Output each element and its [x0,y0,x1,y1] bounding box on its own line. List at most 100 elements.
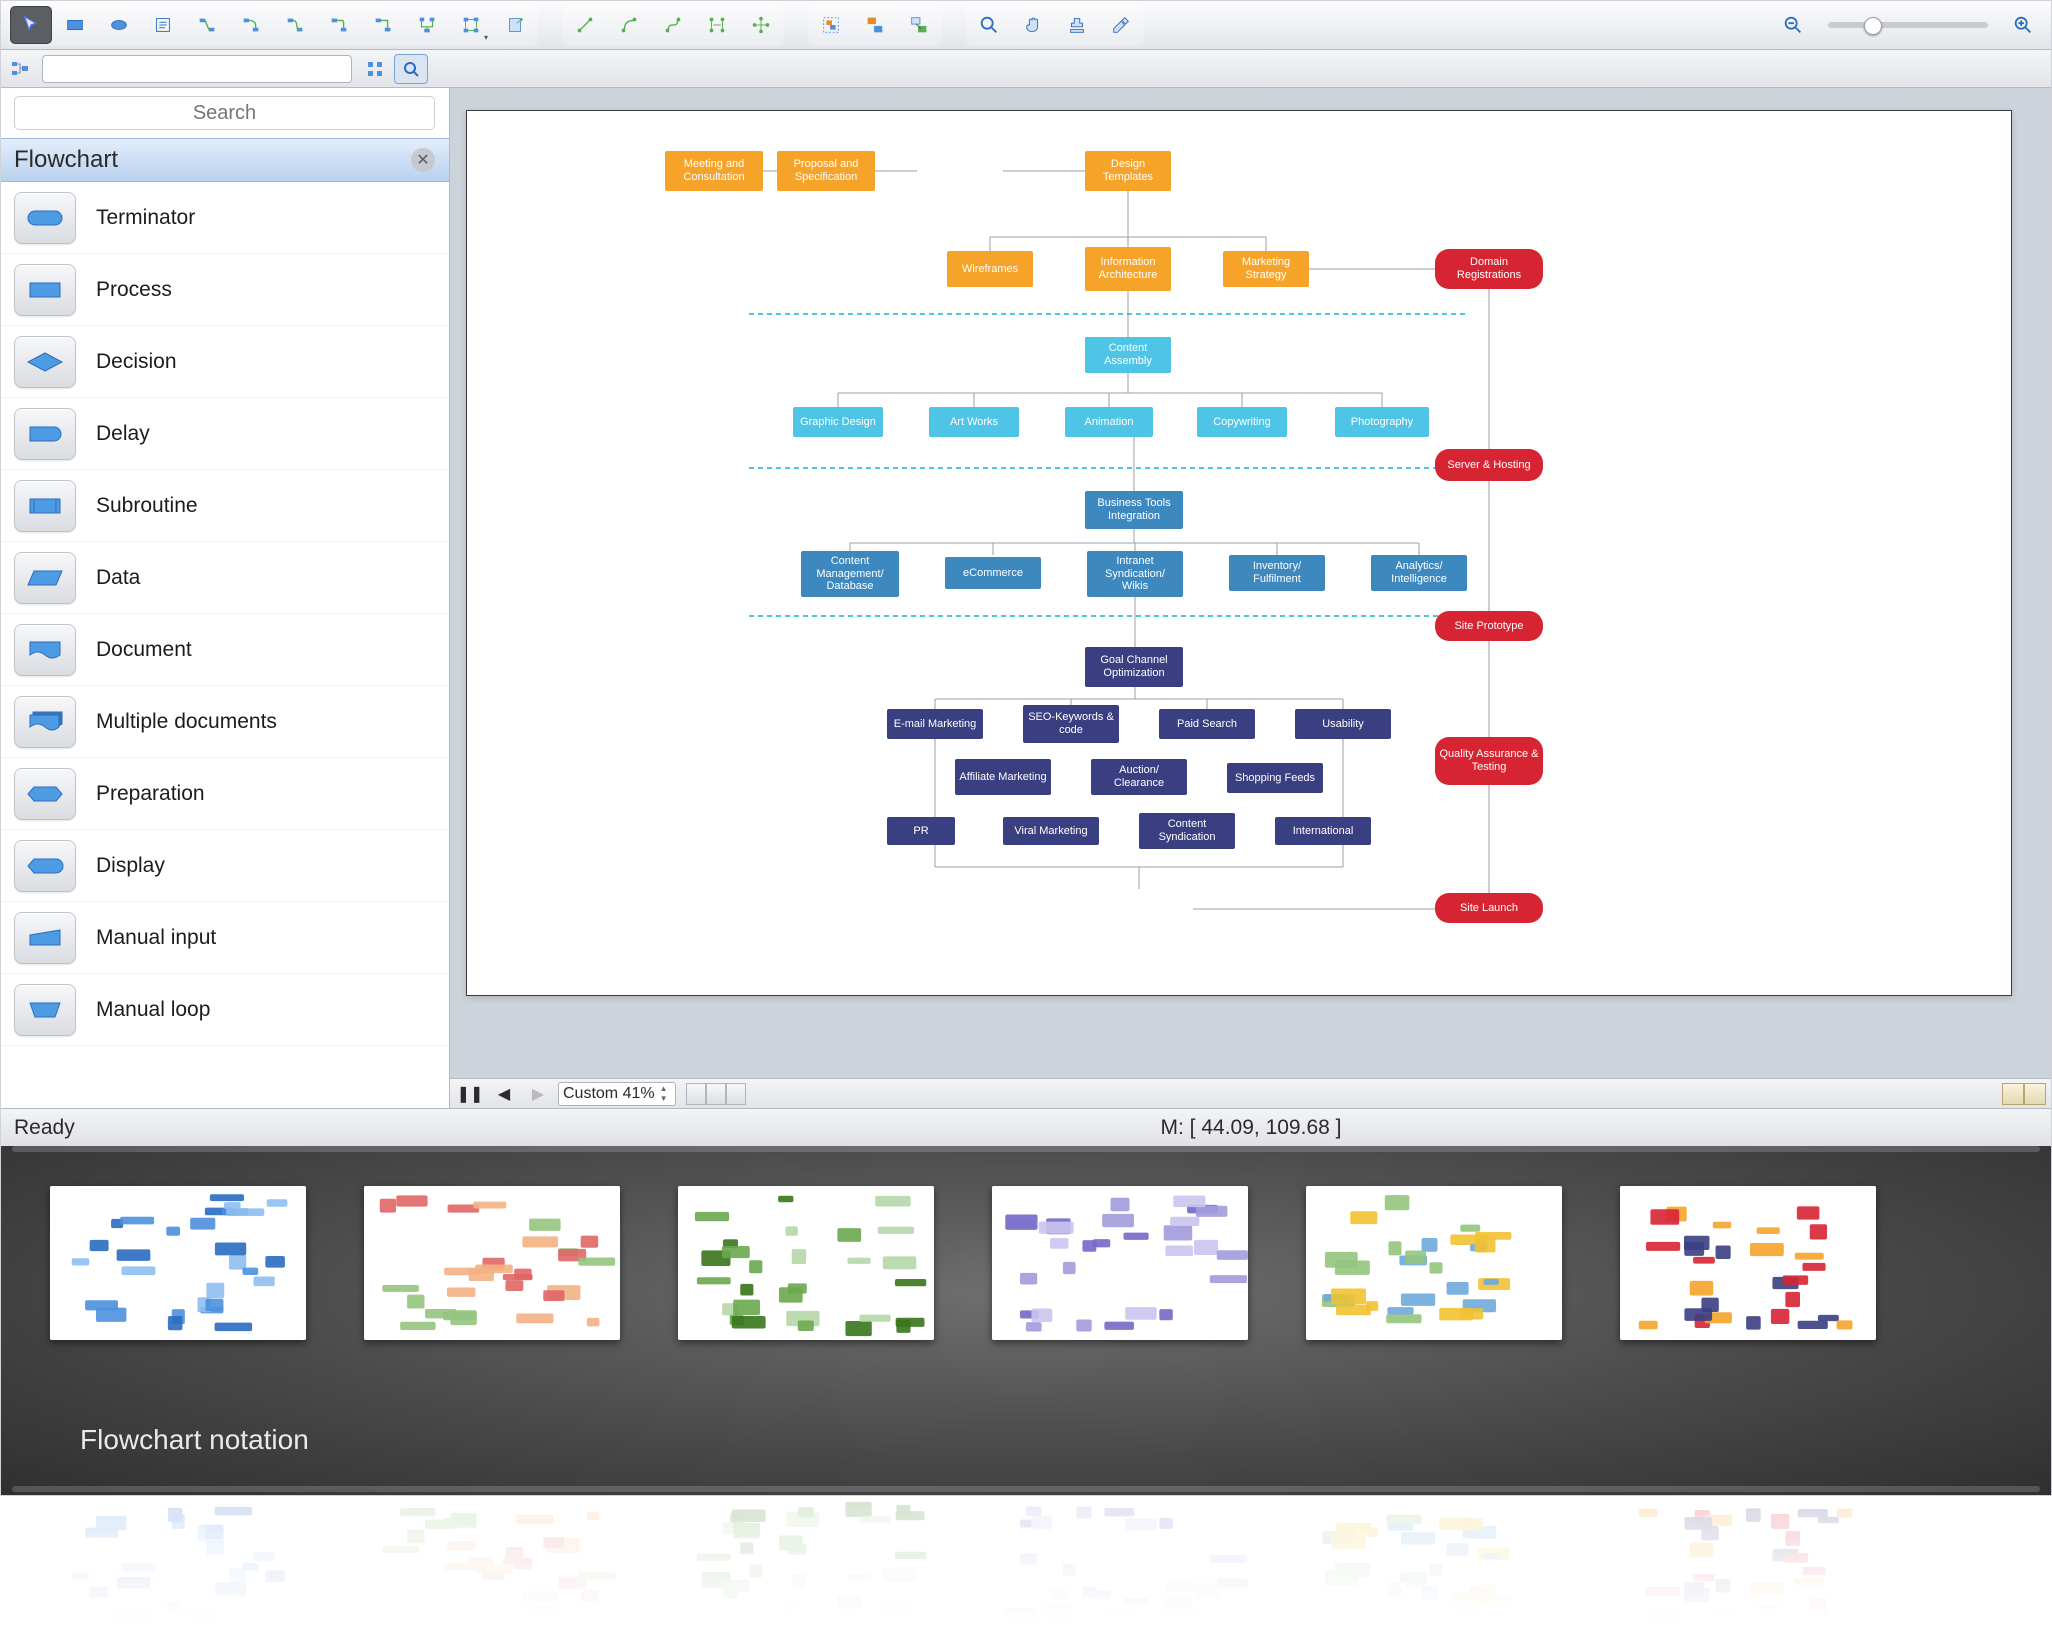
node-n1[interactable]: Meeting and Consultation [665,151,763,191]
shape-item-delay[interactable]: Delay [0,398,449,470]
rect-tool[interactable] [54,6,96,44]
node-n11[interactable]: Animation [1065,407,1153,437]
node-r4[interactable]: Quality Assurance & Testing [1435,737,1543,785]
zoom-tool[interactable] [968,6,1010,44]
node-r1[interactable]: Domain Registrations [1435,249,1543,289]
node-n28[interactable]: PR [887,817,955,845]
tree-toggle-icon[interactable] [4,53,36,85]
gallery-thumb[interactable] [50,1186,306,1340]
close-library-icon[interactable]: ✕ [411,148,435,172]
shape-item-document[interactable]: Document [0,614,449,686]
shape-item-preparation[interactable]: Preparation [0,758,449,830]
zoom-level-input[interactable]: Custom 41% ▲▼ [558,1082,676,1106]
shape-item-manual-loop[interactable]: Manual loop [0,974,449,1046]
node-ca1[interactable]: Client Approve [667,297,749,331]
node-n4[interactable]: Design Templates [1085,151,1171,191]
library-filter-input[interactable] [42,55,352,83]
node-n21[interactable]: E-mail Marketing [887,709,983,739]
conn-round-tool[interactable] [318,6,360,44]
gallery-thumb[interactable] [364,1186,620,1340]
line-arc-tool[interactable] [608,6,650,44]
conn-arc-tool[interactable] [230,6,272,44]
line-direct-tool[interactable] [564,6,606,44]
node-n14[interactable]: Business Tools Integration [1085,491,1183,529]
node-n2[interactable]: Proposal and Specification [777,151,875,191]
grid-view-icon[interactable] [358,54,392,84]
gallery-thumb[interactable] [1306,1186,1562,1340]
search-library-icon[interactable] [394,54,428,84]
node-r5[interactable]: Site Launch [1435,893,1543,923]
node-n13[interactable]: Photography [1335,407,1429,437]
node-n20[interactable]: Goal Channel Optimization [1085,647,1183,687]
node-n26[interactable]: Auction/ Clearance [1091,759,1187,795]
shape-item-decision[interactable]: Decision [0,326,449,398]
library-section-header[interactable]: Flowchart ✕ [0,138,449,182]
node-n7[interactable]: Marketing Strategy [1223,251,1309,287]
zoom-step-down[interactable]: ▼ [657,1094,671,1104]
node-n31[interactable]: International [1275,817,1371,845]
zoom-slider[interactable] [1828,22,1988,28]
drawing-canvas[interactable]: Meeting and Consultation Proposal and Spe… [466,110,2012,996]
node-n15[interactable]: Content Management/ Database [801,551,899,597]
gallery-thumb[interactable] [1620,1186,1876,1340]
hand-tool[interactable] [1012,6,1054,44]
group-tool[interactable] [810,6,852,44]
node-n27[interactable]: Shopping Feeds [1227,763,1323,793]
shape-item-multiple-documents[interactable]: Multiple documents [0,686,449,758]
fit-view-icon[interactable] [2002,1083,2046,1105]
page-tabs[interactable] [686,1083,746,1105]
text-tool[interactable] [142,6,184,44]
eyedropper-tool[interactable] [1100,6,1142,44]
zoom-in-button[interactable] [2002,6,2044,44]
new-page-tool[interactable] [494,6,536,44]
node-n25[interactable]: Affiliate Marketing [955,759,1051,795]
node-n6[interactable]: Information Architecture [1085,247,1171,291]
conn-direct-tool[interactable] [186,6,228,44]
node-r3[interactable]: Site Prototype [1435,611,1543,641]
conn-bezier-tool[interactable] [274,6,316,44]
node-n5[interactable]: Wireframes [947,251,1033,287]
ungroup-tool[interactable] [854,6,896,44]
prev-page-icon[interactable]: ◀ [490,1082,518,1106]
gallery-thumb[interactable] [678,1186,934,1340]
pointer-tool[interactable] [10,6,52,44]
shape-item-display[interactable]: Display [0,830,449,902]
node-n9[interactable]: Graphic Design [793,407,883,437]
shape-item-subroutine[interactable]: Subroutine [0,470,449,542]
conn-multi-tool[interactable]: ▾ [450,6,492,44]
zoom-out-button[interactable] [1772,6,1814,44]
layers-tool[interactable] [898,6,940,44]
gallery-thumb[interactable] [992,1186,1248,1340]
conn-smart-tool[interactable] [362,6,404,44]
node-ca2[interactable]: Client Approve [667,451,749,485]
pause-icon[interactable]: ❚❚ [456,1082,484,1106]
node-r2[interactable]: Server & Hosting [1435,449,1543,481]
line-bezier-tool[interactable] [652,6,694,44]
shape-search-input[interactable] [14,96,435,130]
node-n29[interactable]: Viral Marketing [1003,817,1099,845]
node-n24[interactable]: Usability [1295,709,1391,739]
node-n17[interactable]: Intranet Syndication/ Wikis [1087,551,1183,597]
node-n23[interactable]: Paid Search [1159,709,1255,739]
node-n22[interactable]: SEO-Keywords & code [1023,705,1119,743]
conn-spline-tool[interactable] [406,6,448,44]
node-ca3[interactable]: Client Approve [667,599,749,633]
ellipse-tool[interactable] [98,6,140,44]
node-n8[interactable]: Content Assembly [1085,337,1171,373]
shape-item-manual-input[interactable]: Manual input [0,902,449,974]
node-n12[interactable]: Copywriting [1197,407,1287,437]
next-page-icon[interactable]: ▶ [524,1082,552,1106]
shape-item-terminator[interactable]: Terminator [0,182,449,254]
line-jump-tool[interactable] [740,6,782,44]
node-n32[interactable]: Review and Approvement [1085,889,1193,929]
shape-item-data[interactable]: Data [0,542,449,614]
node-n10[interactable]: Art Works [929,407,1019,437]
node-n30[interactable]: Content Syndication [1139,813,1235,849]
node-n3[interactable]: Kick-off meeting [917,153,1003,189]
zoom-step-up[interactable]: ▲ [657,1084,671,1094]
shape-item-process[interactable]: Process [0,254,449,326]
node-n16[interactable]: eCommerce [945,557,1041,589]
stamp-tool[interactable] [1056,6,1098,44]
line-spline-tool[interactable] [696,6,738,44]
node-n18[interactable]: Inventory/ Fulfilment [1229,555,1325,591]
